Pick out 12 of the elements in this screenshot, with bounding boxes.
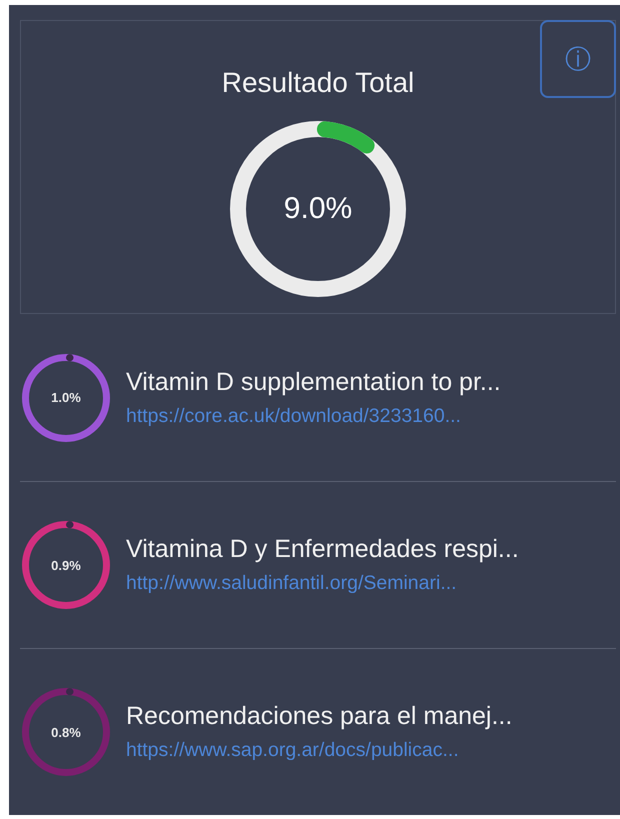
total-percentage: 9.0% [284,192,352,226]
result-title: Vitamina D y Enfermedades respi... [126,535,519,564]
result-link[interactable]: https://core.ac.uk/download/3233160... [126,404,501,428]
score-percentage: 0.8% [51,724,81,740]
summary-title: Resultado Total [222,67,414,99]
info-button[interactable]: ⓘ [540,20,616,98]
result-link[interactable]: http://www.saludinfantil.org/Seminari... [126,572,519,595]
score-percentage: 1.0% [51,390,81,405]
score-percentage: 0.9% [51,558,81,572]
result-title: Vitamin D supplementation to pr... [126,368,501,396]
result-link[interactable]: https://www.sap.org.ar/docs/publicac... [126,739,512,762]
result-title: Recomendaciones para el manej... [126,702,512,731]
